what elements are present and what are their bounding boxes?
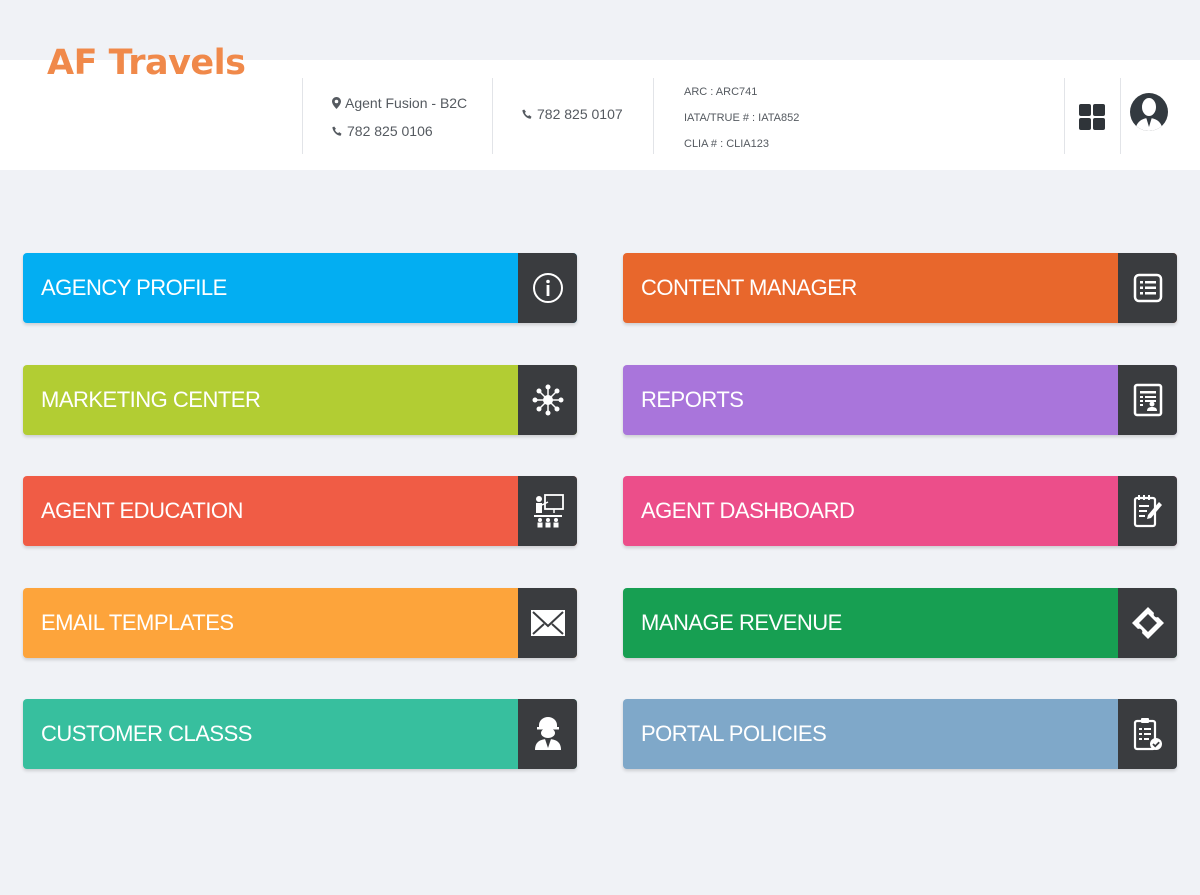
tile-reports[interactable]: REPORTS <box>623 364 1177 435</box>
app-logo[interactable]: AF Travels <box>47 42 246 84</box>
tile-email-templates[interactable]: EMAIL TEMPLATES <box>23 587 577 658</box>
clipboard-check-icon[interactable] <box>1118 699 1177 769</box>
phone-icon <box>522 109 532 119</box>
tile-agent-education[interactable]: AGENT EDUCATION <box>23 476 577 546</box>
divider <box>1120 78 1121 154</box>
tile-label: AGENCY PROFILE <box>41 275 227 300</box>
engineer-icon[interactable] <box>518 699 577 769</box>
edit-notepad-icon[interactable] <box>1118 476 1177 546</box>
tile-agency-profile[interactable]: AGENCY PROFILE <box>23 253 577 323</box>
tile-label: MANAGE REVENUE <box>641 609 842 635</box>
tile-content-manager[interactable]: CONTENT MANAGER <box>623 253 1177 323</box>
tile-label: PORTAL POLICIES <box>641 721 827 746</box>
ticket-icon[interactable] <box>1118 587 1177 658</box>
tile-label: AGENT DASHBOARD <box>641 498 855 523</box>
agent-phone-row: 782 825 0106 <box>332 123 433 139</box>
agent-name: Agent Fusion - B2C <box>345 95 468 111</box>
divider <box>302 78 303 154</box>
tile-customer-classs[interactable]: CUSTOMER CLASSS <box>23 699 577 769</box>
grid-icon[interactable] <box>1079 104 1105 130</box>
arc-number: ARC : ARC741 <box>684 86 758 98</box>
network-icon[interactable] <box>518 364 577 435</box>
tile-label: REPORTS <box>641 386 744 412</box>
envelope-icon[interactable] <box>518 587 577 658</box>
tile-portal-policies[interactable]: PORTAL POLICIES <box>623 699 1177 769</box>
info-icon[interactable] <box>518 253 577 323</box>
divider <box>1064 78 1065 154</box>
presentation-icon[interactable] <box>518 476 577 546</box>
divider <box>492 78 493 154</box>
divider <box>653 78 654 154</box>
report-icon[interactable] <box>1118 364 1177 435</box>
office-phone: 782 825 0107 <box>537 106 623 122</box>
tile-label: EMAIL TEMPLATES <box>41 609 234 635</box>
map-marker-icon <box>332 97 341 109</box>
clia-number: CLIA # : CLIA123 <box>684 138 769 150</box>
phone-icon <box>332 126 342 136</box>
iata-number: IATA/TRUE # : IATA852 <box>684 112 800 124</box>
office-phone-row: 782 825 0107 <box>522 106 623 122</box>
tile-label: AGENT EDUCATION <box>41 498 243 523</box>
tile-agent-dashboard[interactable]: AGENT DASHBOARD <box>623 476 1177 546</box>
agent-phone: 782 825 0106 <box>347 123 433 139</box>
tile-label: CUSTOMER CLASSS <box>41 721 252 746</box>
user-avatar-icon[interactable] <box>1130 93 1168 131</box>
tile-label: CONTENT MANAGER <box>641 275 857 300</box>
tile-manage-revenue[interactable]: MANAGE REVENUE <box>623 587 1177 658</box>
list-icon[interactable] <box>1118 253 1177 323</box>
tile-label: MARKETING CENTER <box>41 386 261 412</box>
agent-name-row: Agent Fusion - B2C <box>332 95 467 111</box>
tile-marketing-center[interactable]: MARKETING CENTER <box>23 364 577 435</box>
